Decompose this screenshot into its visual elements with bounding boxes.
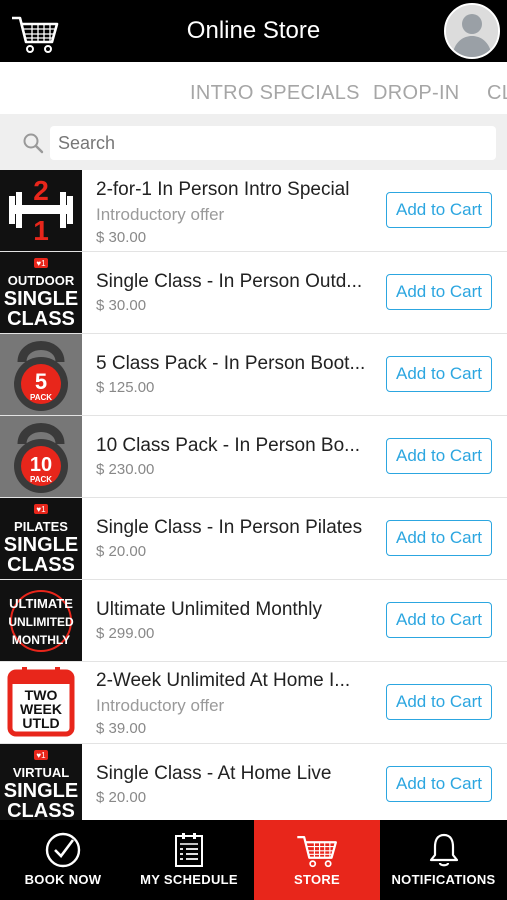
thumb-text: 10 [30, 454, 52, 476]
category-tabs: INTRO SPECIALS DROP-IN CL [0, 62, 507, 114]
product-info: 2-for-1 In Person Intro Special Introduc… [96, 179, 376, 246]
thumb-text: SINGLE [4, 780, 78, 802]
thumb-text: CLASS [7, 800, 75, 822]
thumb-text: OUTDOOR [8, 273, 75, 288]
thumb-text: VIRTUAL [13, 765, 69, 780]
page-title: Online Store [186, 17, 321, 44]
product-name[interactable]: 2-for-1 In Person Intro Special [96, 179, 376, 201]
list-item: 5 PACK 5 Class Pack - In Person Boot... … [0, 334, 507, 416]
product-name[interactable]: Single Class - In Person Pilates [96, 517, 376, 539]
tab-intro-specials[interactable]: INTRO SPECIALS [190, 82, 360, 105]
product-info: 10 Class Pack - In Person Bo... $ 230.00 [96, 435, 376, 478]
list-item: 10 PACK 10 Class Pack - In Person Bo... … [0, 416, 507, 498]
thumb-text: SINGLE [4, 288, 78, 310]
thumb-text: CLASS [7, 308, 75, 330]
nav-store[interactable]: STORE [254, 820, 380, 900]
avatar[interactable] [444, 3, 500, 59]
product-price: $ 230.00 [96, 461, 155, 478]
thumb-text: SINGLE [4, 534, 78, 556]
list-item: ♥1 VIRTUAL SINGLE CLASS Single Class - A… [0, 744, 507, 826]
add-to-cart-button[interactable]: Add to Cart [386, 684, 492, 720]
calendar-two-week-icon: TWO WEEK UTLD [0, 662, 82, 743]
product-info: Ultimate Unlimited Monthly $ 299.00 [96, 599, 376, 642]
nav-label: NOTIFICATIONS [391, 872, 496, 887]
product-info: Single Class - In Person Pilates $ 20.00 [96, 517, 376, 560]
thumb-text: PACK [30, 393, 52, 402]
add-to-cart-button[interactable]: Add to Cart [386, 602, 492, 638]
search-icon [23, 133, 44, 154]
search-input[interactable] [50, 126, 496, 160]
svg-text:2: 2 [33, 175, 49, 206]
kettlebell-10-pack-icon: 10 PACK [0, 416, 82, 497]
ultimate-unlimited-monthly-icon: ULTIMATE UNLIMITED MONTHLY [0, 580, 82, 661]
thumb-text: UTLD [22, 715, 59, 731]
checkmark-circle-icon [45, 832, 81, 868]
nav-book-now[interactable]: BOOK NOW [0, 820, 126, 900]
thumb-text: UNLIMITED [8, 615, 74, 629]
dumbbell-icon: 2 1 [0, 170, 82, 251]
schedule-list-icon [175, 833, 203, 867]
product-price: $ 20.00 [96, 543, 147, 560]
tab-drop-in[interactable]: DROP-IN [373, 82, 460, 105]
product-price: $ 30.00 [96, 229, 147, 246]
nav-label: BOOK NOW [24, 872, 102, 887]
app-header: Online Store [0, 0, 507, 62]
product-name[interactable]: Single Class - In Person Outd... [96, 271, 376, 293]
product-info: 2-Week Unlimited At Home I... Introducto… [96, 670, 376, 737]
product-subtitle: Introductory offer [96, 205, 225, 224]
product-info: Single Class - At Home Live $ 20.00 [96, 763, 376, 806]
product-price: $ 30.00 [96, 297, 147, 314]
kettlebell-5-pack-icon: 5 PACK [0, 334, 82, 415]
svg-text:♥1: ♥1 [36, 505, 46, 514]
svg-text:♥1: ♥1 [36, 751, 46, 760]
svg-text:1: 1 [33, 215, 49, 246]
product-price: $ 299.00 [96, 625, 155, 642]
thumb-text: 5 [35, 369, 47, 394]
nav-my-schedule[interactable]: MY SCHEDULE [126, 820, 252, 900]
product-price: $ 39.00 [96, 720, 147, 737]
thumb-text: ULTIMATE [9, 596, 73, 611]
add-to-cart-button[interactable]: Add to Cart [386, 520, 492, 556]
product-info: 5 Class Pack - In Person Boot... $ 125.0… [96, 353, 376, 396]
nav-label: MY SCHEDULE [140, 872, 238, 887]
product-name[interactable]: 5 Class Pack - In Person Boot... [96, 353, 376, 375]
thumb-text: PACK [30, 475, 52, 484]
pilates-single-class-icon: ♥1 PILATES SINGLE CLASS [0, 498, 82, 579]
nav-label: STORE [293, 872, 341, 887]
list-item: 2 1 2-for-1 In Person Intro Special Intr… [0, 170, 507, 252]
product-name[interactable]: 2-Week Unlimited At Home I... [96, 670, 376, 692]
list-item: TWO WEEK UTLD 2-Week Unlimited At Home I… [0, 662, 507, 744]
thumb-text: PILATES [14, 519, 68, 534]
svg-text:♥1: ♥1 [36, 259, 46, 268]
bottom-nav: BOOK NOW MY SCHEDULE STORE NOTIFICATIONS [0, 820, 507, 900]
thumb-text: MONTHLY [12, 633, 70, 647]
virtual-single-class-icon: ♥1 VIRTUAL SINGLE CLASS [0, 744, 82, 825]
product-name[interactable]: 10 Class Pack - In Person Bo... [96, 435, 376, 457]
add-to-cart-button[interactable]: Add to Cart [386, 274, 492, 310]
list-item: ♥1 PILATES SINGLE CLASS Single Class - I… [0, 498, 507, 580]
cart-icon [297, 836, 337, 868]
add-to-cart-button[interactable]: Add to Cart [386, 438, 492, 474]
add-to-cart-button[interactable]: Add to Cart [386, 356, 492, 392]
product-price: $ 125.00 [96, 379, 155, 396]
thumb-text: CLASS [7, 554, 75, 576]
add-to-cart-button[interactable]: Add to Cart [386, 766, 492, 802]
user-avatar-icon [446, 5, 498, 57]
outdoor-single-class-icon: ♥1 OUTDOOR SINGLE CLASS [0, 252, 82, 333]
product-info: Single Class - In Person Outd... $ 30.00 [96, 271, 376, 314]
tab-classes[interactable]: CL [487, 82, 507, 105]
product-price: $ 20.00 [96, 789, 147, 806]
product-name[interactable]: Ultimate Unlimited Monthly [96, 599, 376, 621]
list-item: ♥1 OUTDOOR SINGLE CLASS Single Class - I… [0, 252, 507, 334]
search-bar [0, 114, 507, 170]
list-item: ULTIMATE UNLIMITED MONTHLY Ultimate Unli… [0, 580, 507, 662]
product-name[interactable]: Single Class - At Home Live [96, 763, 376, 785]
bell-icon [429, 833, 458, 867]
add-to-cart-button[interactable]: Add to Cart [386, 192, 492, 228]
nav-notifications[interactable]: NOTIFICATIONS [380, 820, 507, 900]
product-subtitle: Introductory offer [96, 696, 225, 715]
